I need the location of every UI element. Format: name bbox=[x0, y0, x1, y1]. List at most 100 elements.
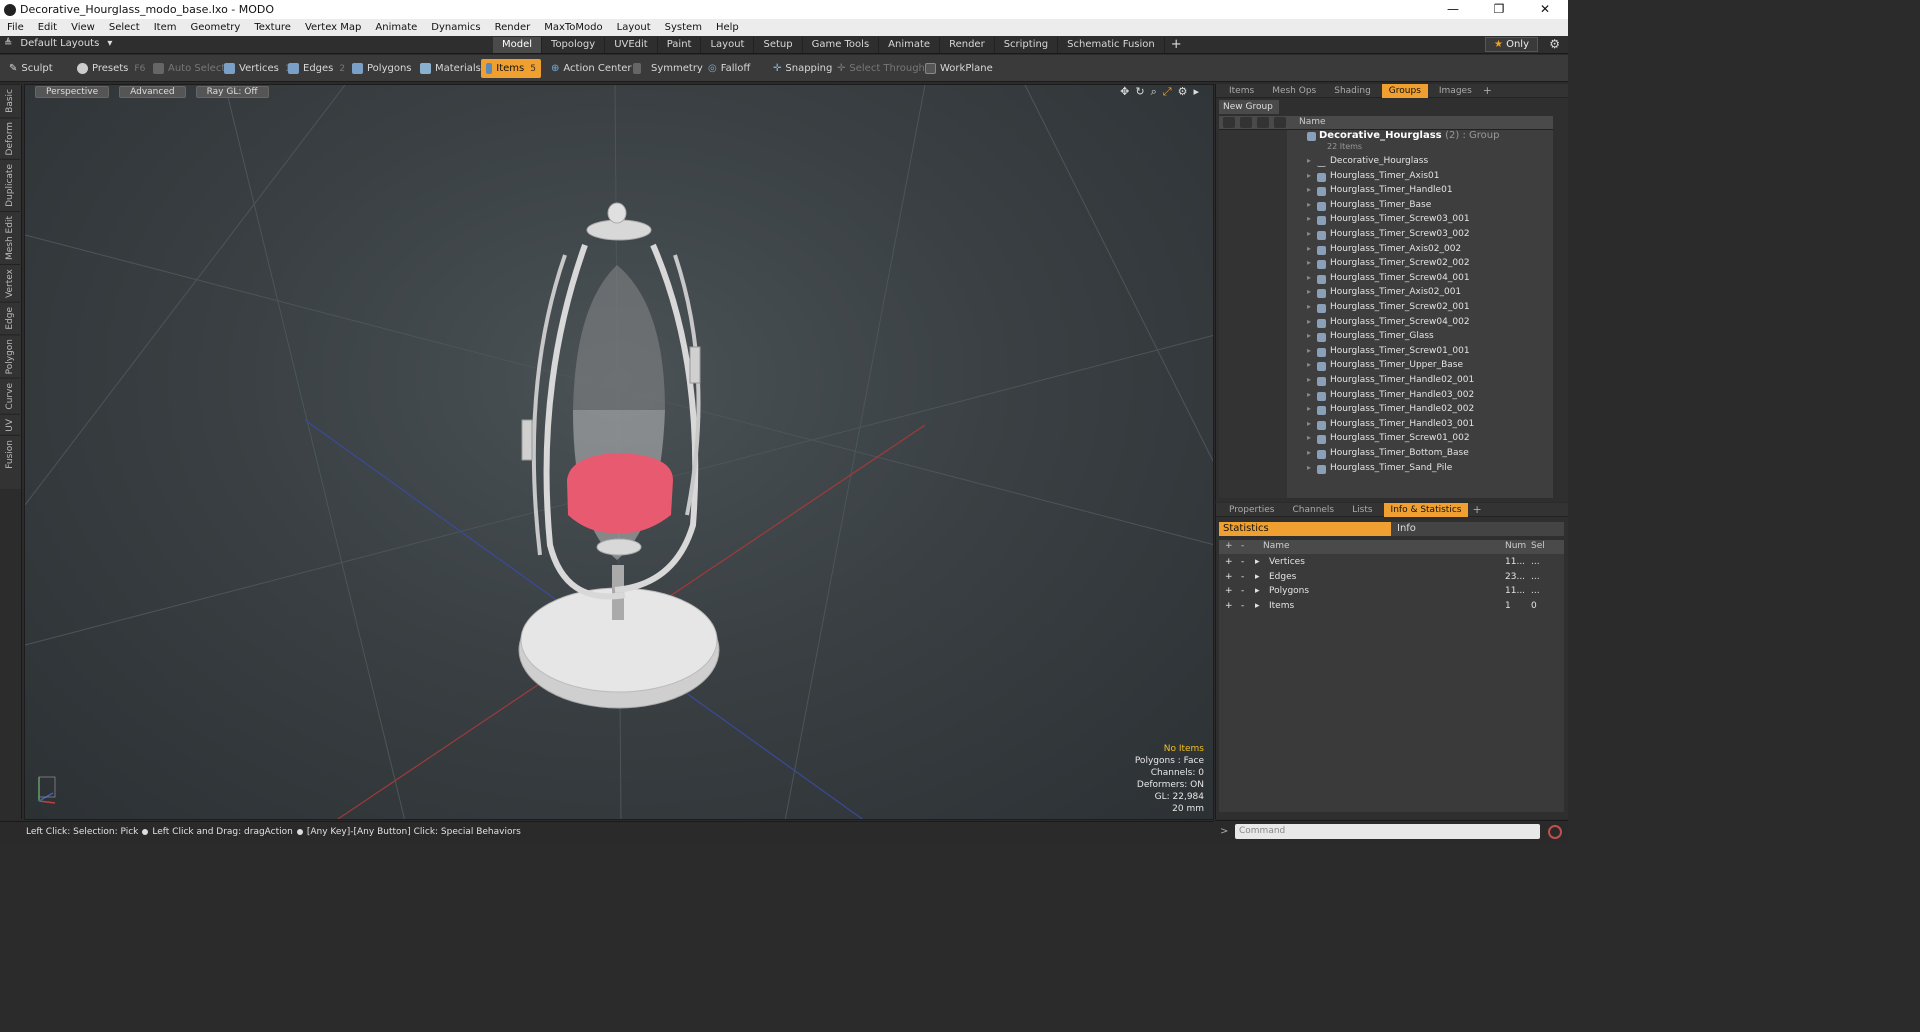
menu-edit[interactable]: Edit bbox=[31, 22, 64, 33]
side-tab-polygon[interactable]: Polygon bbox=[0, 333, 20, 379]
name-column-header[interactable]: Name bbox=[1299, 117, 1326, 127]
presets-button[interactable]: Presets F6 bbox=[72, 59, 150, 78]
add-tab-icon[interactable]: + bbox=[1483, 84, 1492, 97]
stat-add-icon[interactable]: + bbox=[1225, 601, 1233, 611]
menu-help[interactable]: Help bbox=[709, 22, 746, 33]
menu-animate[interactable]: Animate bbox=[368, 22, 424, 33]
expand-arrow-icon[interactable]: ▸ bbox=[1307, 317, 1311, 326]
tab-info-statistics[interactable]: Info & Statistics bbox=[1383, 502, 1469, 517]
only-toggle[interactable]: ★ Only bbox=[1484, 37, 1538, 52]
expand-arrow-icon[interactable]: ▸ bbox=[1307, 390, 1311, 399]
tab-shading[interactable]: Shading bbox=[1327, 84, 1378, 98]
group-item-row[interactable]: ▸ Hourglass_Timer_Axis01 bbox=[1219, 171, 1553, 186]
group-item-row[interactable]: ▸ Hourglass_Timer_Screw01_001 bbox=[1219, 346, 1553, 361]
expand-arrow-icon[interactable]: ▸ bbox=[1307, 258, 1311, 267]
stat-add-icon[interactable]: + bbox=[1225, 557, 1233, 567]
menu-layout[interactable]: Layout bbox=[610, 22, 658, 33]
side-tab-uv[interactable]: UV bbox=[0, 413, 20, 436]
expand-arrow-icon[interactable]: ▸ bbox=[1307, 375, 1311, 384]
view-mode-button[interactable]: Perspective bbox=[35, 86, 110, 98]
group-item-row[interactable]: ▸ Hourglass_Timer_Screw04_002 bbox=[1219, 317, 1553, 332]
group-item-row[interactable]: ▸ Hourglass_Timer_Screw03_002 bbox=[1219, 229, 1553, 244]
expand-arrow-icon[interactable]: ▸ bbox=[1307, 346, 1311, 355]
falloff-button[interactable]: ◎ Falloff bbox=[703, 59, 755, 78]
group-item-row[interactable]: ▸ Hourglass_Timer_Screw02_001 bbox=[1219, 302, 1553, 317]
expand-arrow-icon[interactable]: ▸ bbox=[1307, 200, 1311, 209]
tab-uvedit[interactable]: UVEdit bbox=[605, 37, 658, 53]
group-item-row[interactable]: ▸ Hourglass_Timer_Screw02_002 bbox=[1219, 258, 1553, 273]
menu-file[interactable]: File bbox=[0, 22, 31, 33]
expand-arrow-icon[interactable]: ▸ bbox=[1307, 214, 1311, 223]
expand-arrow-icon[interactable]: ▸ bbox=[1307, 156, 1311, 165]
group-item-row[interactable]: ▸ Hourglass_Timer_Screw01_002 bbox=[1219, 433, 1553, 448]
tab-scripting[interactable]: Scripting bbox=[995, 37, 1059, 53]
group-item-row[interactable]: ▸ Hourglass_Timer_Screw03_001 bbox=[1219, 214, 1553, 229]
stat-remove-icon[interactable]: - bbox=[1241, 586, 1244, 596]
expand-arrow-icon[interactable]: ▸ bbox=[1307, 433, 1311, 442]
group-item-row[interactable]: ▸ Hourglass_Timer_Upper_Base bbox=[1219, 360, 1553, 375]
stat-expand-icon[interactable]: ▸ bbox=[1255, 557, 1260, 567]
tab-groups[interactable]: Groups bbox=[1381, 83, 1428, 98]
new-group-button[interactable]: New Group bbox=[1219, 100, 1279, 114]
tab-schematic-fusion[interactable]: Schematic Fusion bbox=[1058, 37, 1165, 53]
side-tab-vertex[interactable]: Vertex bbox=[0, 264, 20, 303]
command-input[interactable]: Command bbox=[1235, 824, 1540, 839]
tab-render[interactable]: Render bbox=[940, 37, 995, 53]
col-num[interactable]: Num bbox=[1505, 541, 1526, 551]
materials-button[interactable]: Materials bbox=[415, 59, 486, 78]
action-center-button[interactable]: ⊕ Action Center bbox=[546, 59, 637, 78]
polygons-button[interactable]: Polygons bbox=[347, 59, 417, 78]
subtab-info[interactable]: Info bbox=[1391, 522, 1564, 536]
gear-icon[interactable]: ⚙ bbox=[1549, 37, 1560, 51]
stat-row[interactable]: + - ▸ Items 1 0 bbox=[1219, 600, 1564, 615]
group-item-row[interactable]: ▸ Hourglass_Timer_Sand_Pile bbox=[1219, 463, 1553, 478]
side-tab-duplicate[interactable]: Duplicate bbox=[0, 159, 20, 212]
expand-arrow-icon[interactable]: ▸ bbox=[1307, 273, 1311, 282]
side-tab-basic[interactable]: Basic bbox=[0, 84, 20, 117]
minimize-button[interactable]: — bbox=[1430, 0, 1476, 19]
stat-expand-icon[interactable]: ▸ bbox=[1255, 601, 1260, 611]
items-button[interactable]: Items 5 bbox=[481, 59, 541, 78]
menu-texture[interactable]: Texture bbox=[247, 22, 298, 33]
group-item-row[interactable]: ▸ Hourglass_Timer_Handle03_001 bbox=[1219, 419, 1553, 434]
sculpt-button[interactable]: ✎ Sculpt bbox=[4, 59, 58, 78]
tab-topology[interactable]: Topology bbox=[542, 37, 606, 53]
tab-channels[interactable]: Channels bbox=[1285, 503, 1341, 517]
symmetry-button[interactable]: Symmetry bbox=[628, 59, 708, 78]
expand-arrow-icon[interactable]: ▸ bbox=[1307, 360, 1311, 369]
add-tab-icon[interactable]: + bbox=[1472, 503, 1481, 516]
group-item-row[interactable]: ▸ Hourglass_Timer_Handle01 bbox=[1219, 185, 1553, 200]
auto-select-button[interactable]: Auto Select bbox=[148, 59, 230, 78]
tab-game-tools[interactable]: Game Tools bbox=[803, 37, 880, 53]
viewport-settings-icon[interactable]: ⚙ bbox=[1178, 85, 1188, 99]
group-item-row[interactable]: ▸ Hourglass_Timer_Screw04_001 bbox=[1219, 273, 1553, 288]
expand-arrow-icon[interactable]: ▸ bbox=[1307, 185, 1311, 194]
record-icon[interactable] bbox=[1548, 825, 1562, 839]
expand-arrow-icon[interactable]: ▸ bbox=[1307, 419, 1311, 428]
tab-items[interactable]: Items bbox=[1222, 84, 1261, 98]
snapping-button[interactable]: ✛ Snapping bbox=[768, 59, 837, 78]
stat-row[interactable]: + - ▸ Vertices 11...... bbox=[1219, 556, 1564, 571]
tab-model[interactable]: Model bbox=[493, 37, 543, 53]
group-item-row[interactable]: ▸ Hourglass_Timer_Glass bbox=[1219, 331, 1553, 346]
tab-mesh-ops[interactable]: Mesh Ops bbox=[1265, 84, 1323, 98]
zoom-icon[interactable]: ⌕ bbox=[1151, 85, 1157, 99]
stat-row[interactable]: + - ▸ Edges 23...... bbox=[1219, 571, 1564, 586]
expand-all-icon[interactable]: + bbox=[1225, 541, 1233, 551]
expand-arrow-icon[interactable]: ▸ bbox=[1307, 331, 1311, 340]
menu-render[interactable]: Render bbox=[488, 22, 538, 33]
select-through-button[interactable]: ✛ Select Through bbox=[832, 59, 930, 78]
maximize-button[interactable]: ❐ bbox=[1476, 0, 1522, 19]
close-button[interactable]: ✕ bbox=[1522, 0, 1568, 19]
menu-vertex-map[interactable]: Vertex Map bbox=[298, 22, 368, 33]
side-tab-curve[interactable]: Curve bbox=[0, 378, 20, 414]
group-item-row[interactable]: ▸ Hourglass_Timer_Handle03_002 bbox=[1219, 390, 1553, 405]
col-name[interactable]: Name bbox=[1263, 541, 1290, 551]
pan-icon[interactable]: ✥ bbox=[1120, 85, 1129, 99]
fit-icon[interactable]: ⤢ bbox=[1163, 85, 1172, 99]
expand-arrow-icon[interactable]: ▸ bbox=[1307, 229, 1311, 238]
raygl-button[interactable]: Ray GL: Off bbox=[195, 86, 269, 98]
workplane-button[interactable]: WorkPlane bbox=[920, 59, 998, 78]
group-item-row[interactable]: ▸ Hourglass_Timer_Base bbox=[1219, 200, 1553, 215]
expand-arrow-icon[interactable]: ▸ bbox=[1307, 287, 1311, 296]
